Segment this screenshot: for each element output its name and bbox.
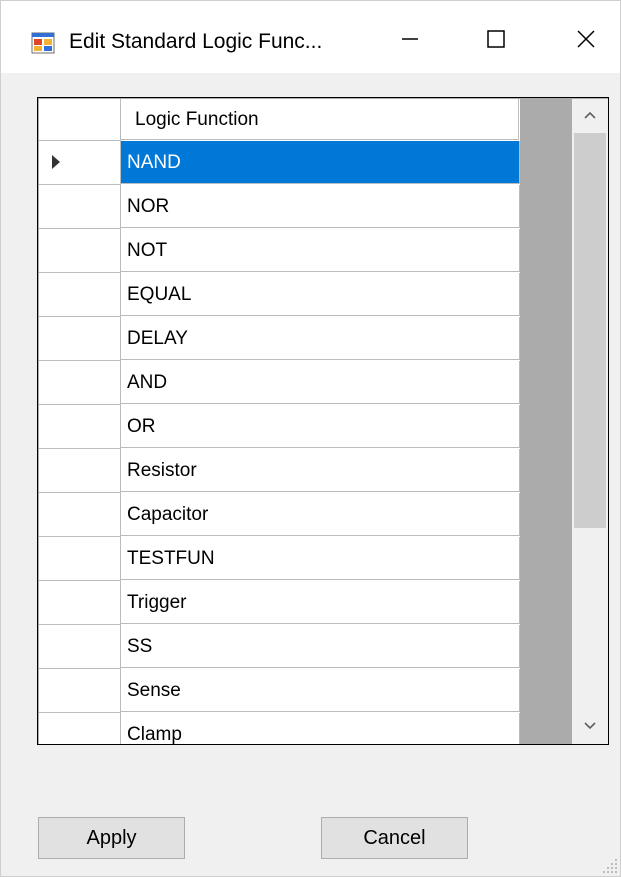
logic-function-grid[interactable]: Logic Function NAND NOR NOT EQUAL DELAY AND OR… bbox=[37, 97, 609, 745]
table-row[interactable]: TESTFUN bbox=[39, 537, 520, 581]
row-header-cell[interactable] bbox=[39, 361, 121, 405]
table-row[interactable]: EQUAL bbox=[39, 273, 520, 317]
maximize-icon bbox=[486, 29, 506, 54]
scroll-up-icon bbox=[583, 107, 597, 125]
logic-function-cell[interactable]: AND bbox=[121, 361, 520, 404]
column-header-logic-function[interactable]: Logic Function bbox=[121, 99, 519, 140]
minimize-button[interactable] bbox=[385, 19, 435, 63]
row-header-cell[interactable] bbox=[39, 581, 121, 625]
row-header-cell[interactable] bbox=[39, 273, 121, 317]
table-row[interactable]: Trigger bbox=[39, 581, 520, 625]
apply-button[interactable]: Apply bbox=[38, 817, 185, 859]
maximize-button[interactable] bbox=[471, 19, 521, 63]
row-header-cell[interactable] bbox=[39, 669, 121, 713]
current-row-indicator-icon bbox=[52, 155, 60, 169]
logic-function-cell[interactable]: NAND bbox=[121, 141, 520, 184]
logic-function-cell[interactable]: SS bbox=[121, 625, 520, 668]
logic-function-cell[interactable]: Trigger bbox=[121, 581, 520, 624]
window-title: Edit Standard Logic Func... bbox=[69, 30, 323, 53]
table-row[interactable]: NOR bbox=[39, 185, 520, 229]
title-bar[interactable]: Edit Standard Logic Func... bbox=[1, 1, 620, 73]
logic-function-cell[interactable]: Capacitor bbox=[121, 493, 520, 536]
table-row[interactable]: Resistor bbox=[39, 449, 520, 493]
row-header-cell[interactable] bbox=[39, 537, 121, 581]
minimize-icon bbox=[400, 29, 420, 54]
row-header-cell[interactable] bbox=[39, 713, 121, 744]
logic-function-cell[interactable]: OR bbox=[121, 405, 520, 448]
table-row[interactable]: Capacitor bbox=[39, 493, 520, 537]
logic-function-cell[interactable]: DELAY bbox=[121, 317, 520, 360]
table-row[interactable]: NOT bbox=[39, 229, 520, 273]
table-row[interactable]: NAND bbox=[39, 141, 520, 185]
row-header-cell[interactable] bbox=[39, 405, 121, 449]
grid-rows: NAND NOR NOT EQUAL DELAY AND OR Resistor Capacit… bbox=[39, 141, 520, 744]
cancel-button[interactable]: Cancel bbox=[321, 817, 468, 859]
row-header-cell[interactable] bbox=[39, 229, 121, 273]
vertical-scrollbar[interactable] bbox=[572, 99, 608, 744]
scroll-up-button[interactable] bbox=[572, 99, 608, 133]
table-row[interactable]: SS bbox=[39, 625, 520, 669]
logic-function-cell[interactable]: Resistor bbox=[121, 449, 520, 492]
dialog-window: Edit Standard Logic Func... Logic Functi… bbox=[0, 0, 621, 877]
logic-function-cell[interactable]: EQUAL bbox=[121, 273, 520, 316]
size-grip-icon[interactable] bbox=[601, 857, 619, 875]
logic-function-cell[interactable]: Sense bbox=[121, 669, 520, 712]
logic-function-cell[interactable]: TESTFUN bbox=[121, 537, 520, 580]
table-row[interactable]: Clamp bbox=[39, 713, 520, 744]
app-form-icon bbox=[31, 31, 55, 55]
row-header-cell[interactable] bbox=[39, 493, 121, 537]
row-header-cell[interactable] bbox=[39, 185, 121, 229]
table-row[interactable]: Sense bbox=[39, 669, 520, 713]
close-button[interactable] bbox=[561, 19, 611, 63]
row-header-cell[interactable] bbox=[39, 317, 121, 361]
top-left-header-cell[interactable] bbox=[39, 99, 121, 141]
table-row[interactable]: AND bbox=[39, 361, 520, 405]
row-header-cell[interactable] bbox=[39, 449, 121, 493]
scroll-down-button[interactable] bbox=[572, 710, 608, 744]
logic-function-cell[interactable]: NOR bbox=[121, 185, 520, 228]
row-header-cell[interactable] bbox=[39, 141, 121, 185]
logic-function-cell[interactable]: NOT bbox=[121, 229, 520, 272]
close-icon bbox=[575, 28, 597, 55]
grid-header-row: Logic Function bbox=[39, 99, 520, 141]
grid-viewport: Logic Function NAND NOR NOT EQUAL DELAY AND OR… bbox=[39, 99, 520, 744]
scroll-thumb[interactable] bbox=[574, 133, 606, 528]
scroll-down-icon bbox=[583, 718, 597, 736]
table-row[interactable]: DELAY bbox=[39, 317, 520, 361]
table-row[interactable]: OR bbox=[39, 405, 520, 449]
row-header-cell[interactable] bbox=[39, 625, 121, 669]
logic-function-cell[interactable]: Clamp bbox=[121, 713, 520, 744]
